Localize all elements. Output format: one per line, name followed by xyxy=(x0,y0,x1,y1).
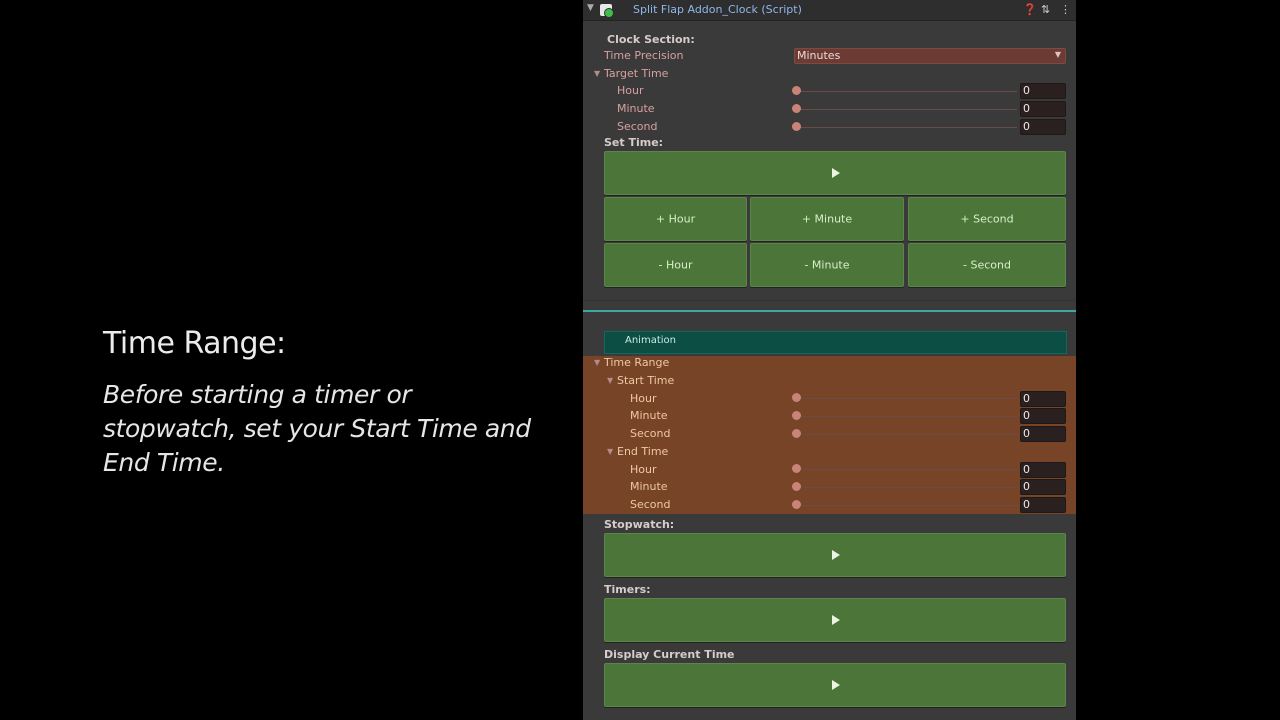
timers-label: Timers: xyxy=(604,583,651,596)
clock-section-label: Clock Section: xyxy=(607,33,695,46)
start-second-label: Second xyxy=(630,427,671,440)
time-range-arrow-icon[interactable]: ▼ xyxy=(594,358,600,367)
caption-title: Time Range: xyxy=(103,326,286,361)
play-icon xyxy=(832,550,840,560)
timers-play-button[interactable] xyxy=(604,598,1066,642)
time-range-foldout[interactable]: Time Range xyxy=(604,356,669,369)
start-hour-label: Hour xyxy=(630,392,657,405)
play-icon xyxy=(832,168,840,178)
end-minute-label: Minute xyxy=(630,480,668,493)
target-second-label: Second xyxy=(617,120,658,133)
plus-minute-button[interactable]: + Minute xyxy=(750,197,904,241)
end-second-slider[interactable] xyxy=(797,505,1017,506)
start-second-slider[interactable] xyxy=(797,434,1017,435)
dropdown-arrow-icon: ▼ xyxy=(1054,50,1061,59)
time-precision-label: Time Precision xyxy=(604,49,684,62)
play-icon xyxy=(832,615,840,625)
plus-second-button[interactable]: + Second xyxy=(908,197,1066,241)
target-time-foldout[interactable]: Target Time xyxy=(604,67,668,80)
start-second-field[interactable]: 0 xyxy=(1020,426,1066,442)
start-minute-slider[interactable] xyxy=(797,416,1017,417)
target-second-slider-thumb[interactable] xyxy=(792,122,801,131)
end-hour-slider[interactable] xyxy=(797,469,1017,470)
target-hour-slider[interactable] xyxy=(797,91,1017,92)
stopwatch-label: Stopwatch: xyxy=(604,518,675,531)
start-hour-slider[interactable] xyxy=(797,398,1017,399)
start-minute-label: Minute xyxy=(630,409,668,422)
preset-icon[interactable]: ⇅ xyxy=(1041,3,1050,16)
plus-hour-button[interactable]: + Hour xyxy=(604,197,747,241)
help-icon[interactable]: ❓ xyxy=(1023,3,1037,16)
foldout-arrow-icon[interactable]: ▼ xyxy=(594,69,600,78)
start-second-slider-thumb[interactable] xyxy=(792,429,801,438)
end-minute-slider[interactable] xyxy=(797,487,1017,488)
caption-body: Before starting a timer or stopwatch, se… xyxy=(103,380,531,477)
end-hour-slider-thumb[interactable] xyxy=(792,464,801,473)
set-time-label: Set Time: xyxy=(604,136,664,149)
start-minute-slider-thumb[interactable] xyxy=(792,411,801,420)
animation-label: Animation xyxy=(625,335,676,346)
end-second-slider-thumb[interactable] xyxy=(792,500,801,509)
time-precision-dropdown[interactable]: Minutes ▼ xyxy=(794,48,1066,64)
display-current-time-play-button[interactable] xyxy=(604,663,1066,707)
fold-arrow-icon[interactable]: ▼ xyxy=(587,3,594,13)
end-time-arrow-icon[interactable]: ▼ xyxy=(607,447,613,456)
play-icon xyxy=(832,680,840,690)
target-second-field[interactable]: 0 xyxy=(1020,119,1066,135)
more-icon[interactable]: ⋮ xyxy=(1060,3,1071,16)
time-precision-value: Minutes xyxy=(797,49,841,62)
inspector-panel: ▼ Split Flap Addon_Clock (Script) ❓ ⇅ ⋮ … xyxy=(583,0,1076,720)
teal-divider xyxy=(583,310,1076,312)
start-hour-slider-thumb[interactable] xyxy=(792,393,801,402)
end-hour-label: Hour xyxy=(630,463,657,476)
minus-hour-button[interactable]: - Hour xyxy=(604,243,747,287)
target-hour-label: Hour xyxy=(617,84,644,97)
target-minute-field[interactable]: 0 xyxy=(1020,101,1066,117)
component-title: Split Flap Addon_Clock (Script) xyxy=(633,3,802,16)
target-minute-slider[interactable] xyxy=(797,109,1017,110)
end-second-label: Second xyxy=(630,498,671,511)
minus-minute-button[interactable]: - Minute xyxy=(750,243,904,287)
start-time-foldout[interactable]: Start Time xyxy=(617,374,674,387)
start-minute-field[interactable]: 0 xyxy=(1020,408,1066,424)
minus-second-button[interactable]: - Second xyxy=(908,243,1066,287)
end-time-foldout[interactable]: End Time xyxy=(617,445,668,458)
start-time-arrow-icon[interactable]: ▼ xyxy=(607,376,613,385)
stopwatch-play-button[interactable] xyxy=(604,533,1066,577)
start-hour-field[interactable]: 0 xyxy=(1020,391,1066,407)
component-header[interactable]: ▼ Split Flap Addon_Clock (Script) ❓ ⇅ ⋮ xyxy=(583,0,1076,21)
target-minute-slider-thumb[interactable] xyxy=(792,104,801,113)
target-minute-label: Minute xyxy=(617,102,655,115)
display-current-time-label: Display Current Time xyxy=(604,648,735,661)
end-hour-field[interactable]: 0 xyxy=(1020,462,1066,478)
end-minute-slider-thumb[interactable] xyxy=(792,482,801,491)
end-second-field[interactable]: 0 xyxy=(1020,497,1066,513)
section-separator xyxy=(583,300,1076,301)
target-hour-slider-thumb[interactable] xyxy=(792,86,801,95)
end-minute-field[interactable]: 0 xyxy=(1020,479,1066,495)
script-icon xyxy=(600,4,614,18)
set-time-play-button[interactable] xyxy=(604,151,1066,195)
target-hour-field[interactable]: 0 xyxy=(1020,83,1066,99)
animation-section-header[interactable]: Animation xyxy=(604,331,1067,354)
target-second-slider[interactable] xyxy=(797,127,1017,128)
